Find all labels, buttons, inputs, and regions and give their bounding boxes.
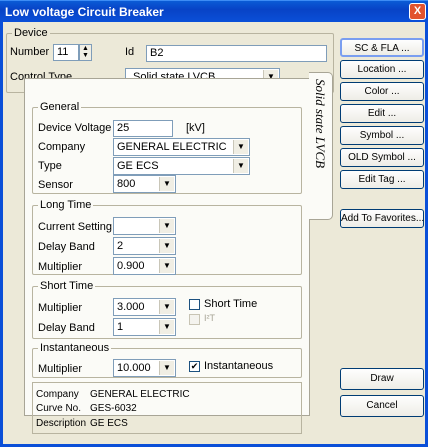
- draw-button[interactable]: Draw: [340, 368, 424, 390]
- title-bar: Low voltage Circuit Breaker X: [0, 0, 428, 22]
- sensor-value: 800: [117, 178, 136, 190]
- number-spin-icon[interactable]: ▲ ▼: [79, 44, 92, 61]
- st-delay-band-label: Delay Band: [38, 322, 95, 334]
- old-symbol-button[interactable]: OLD Symbol ...: [340, 148, 424, 167]
- long-time-legend: Long Time: [40, 199, 92, 211]
- inst-multiplier-select[interactable]: 10.000 ▼: [113, 359, 176, 377]
- chevron-down-icon[interactable]: ▼: [159, 300, 174, 314]
- info-company-label: Company: [36, 389, 79, 400]
- current-setting-select[interactable]: ▼: [113, 217, 176, 235]
- short-time-check-label: Short Time: [204, 298, 258, 310]
- chevron-down-icon[interactable]: ▼: [233, 159, 248, 173]
- inst-multiplier-label: Multiplier: [38, 363, 83, 375]
- lt-delay-band-label: Delay Band: [38, 241, 95, 253]
- st-multiplier-select[interactable]: 3.000 ▼: [113, 298, 176, 316]
- chevron-down-icon[interactable]: ▼: [233, 140, 248, 154]
- lt-multiplier-select[interactable]: 0.900 ▼: [113, 257, 176, 275]
- sc-fla-button[interactable]: SC & FLA ...: [340, 38, 424, 57]
- number-input[interactable]: 11: [53, 44, 79, 61]
- inst-multiplier-value: 10.000: [117, 362, 151, 374]
- i2t-label: I²T: [204, 313, 215, 323]
- voltage-input[interactable]: 25: [113, 120, 173, 137]
- type-label: Type: [38, 160, 62, 172]
- st-delay-band-value: 1: [117, 321, 124, 333]
- chevron-down-icon[interactable]: ▼: [159, 219, 174, 233]
- add-to-favorites-button[interactable]: Add To Favorites...: [340, 209, 424, 228]
- location-button[interactable]: Location ...: [340, 60, 424, 79]
- voltage-label: Device Voltage: [38, 122, 112, 134]
- id-input[interactable]: B2: [146, 45, 327, 62]
- i2t-checkbox[interactable]: [189, 314, 200, 325]
- window-title: Low voltage Circuit Breaker: [5, 5, 164, 19]
- company-value: GENERAL ELECTRIC: [117, 141, 227, 153]
- lt-multiplier-label: Multiplier: [38, 261, 83, 273]
- close-button[interactable]: X: [409, 3, 426, 20]
- lt-delay-band-select[interactable]: 2 ▼: [113, 237, 176, 255]
- edit-button[interactable]: Edit ...: [340, 104, 424, 123]
- number-label: Number: [10, 46, 50, 58]
- cancel-button[interactable]: Cancel: [340, 395, 424, 417]
- chevron-down-icon[interactable]: ▼: [159, 177, 174, 191]
- instantaneous-checkbox[interactable]: ✔: [189, 361, 200, 372]
- tab-solid-state-lvcb[interactable]: Solid state LVCB: [309, 72, 333, 220]
- lt-delay-band-value: 2: [117, 240, 124, 252]
- checkmark-icon: ✔: [190, 361, 199, 371]
- chevron-down-icon[interactable]: ▼: [159, 361, 174, 375]
- short-time-checkbox[interactable]: [189, 299, 200, 310]
- general-legend: General: [40, 101, 80, 113]
- info-curve-value: GES-6032: [90, 403, 137, 414]
- color-button[interactable]: Color ...: [340, 82, 424, 101]
- info-company-value: GENERAL ELECTRIC: [90, 389, 190, 400]
- lt-multiplier-value: 0.900: [117, 260, 145, 272]
- st-delay-band-select[interactable]: 1 ▼: [113, 318, 176, 336]
- info-curve-label: Curve No.: [36, 403, 82, 414]
- tab-label: Solid state LVCB: [313, 79, 328, 169]
- edit-tag-button[interactable]: Edit Tag ...: [340, 170, 424, 189]
- sensor-label: Sensor: [38, 179, 73, 191]
- symbol-button[interactable]: Symbol ...: [340, 126, 424, 145]
- instantaneous-check-label: Instantaneous: [204, 360, 274, 372]
- type-value: GE ECS: [117, 160, 159, 172]
- chevron-down-icon[interactable]: ▼: [159, 259, 174, 273]
- st-multiplier-value: 3.000: [117, 301, 145, 313]
- chevron-down-icon[interactable]: ▼: [159, 239, 174, 253]
- current-setting-label: Current Setting: [38, 221, 112, 233]
- chevron-down-icon[interactable]: ▼: [159, 320, 174, 334]
- type-select[interactable]: GE ECS ▼: [113, 157, 250, 175]
- company-label: Company: [38, 141, 86, 153]
- sensor-select[interactable]: 800 ▼: [113, 175, 176, 193]
- device-legend: Device: [14, 27, 48, 39]
- info-description-label: Description: [36, 418, 87, 429]
- st-multiplier-label: Multiplier: [38, 302, 83, 314]
- voltage-unit: [kV]: [186, 122, 205, 134]
- short-time-legend: Short Time: [40, 280, 94, 292]
- info-description-value: GE ECS: [90, 418, 128, 429]
- id-label: Id: [125, 46, 135, 58]
- instantaneous-legend: Instantaneous: [40, 342, 110, 354]
- company-select[interactable]: GENERAL ELECTRIC ▼: [113, 138, 250, 156]
